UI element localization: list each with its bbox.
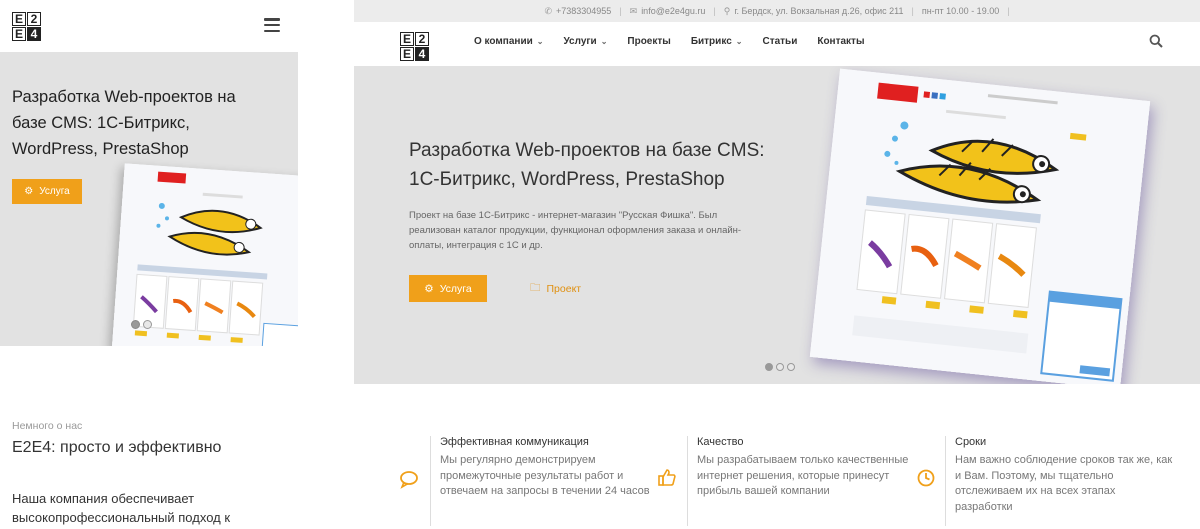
main-navigation: E 2 E 4 О компании ⌄ Услуги ⌄ Проекты Битр… xyxy=(354,22,1200,66)
hamburger-menu-icon[interactable] xyxy=(264,18,280,32)
chevron-down-icon: ⌄ xyxy=(735,37,743,46)
slider-dot[interactable] xyxy=(765,363,773,371)
about-title: E2E4: просто и эффективно xyxy=(12,439,222,456)
chevron-down-icon: ⌄ xyxy=(600,37,608,46)
nav-item-articles[interactable]: Статьи xyxy=(762,36,797,47)
mobile-header: E 2 E 4 xyxy=(0,0,298,52)
hours-info: пн-пт 10.00 - 19.00 xyxy=(921,6,1000,16)
mobile-hero-slide: Разработка Web-проектов на базе CMS: 1С-… xyxy=(0,52,298,346)
mobile-service-button[interactable]: ⚙ Услуга xyxy=(12,179,82,204)
nav-item-projects[interactable]: Проекты xyxy=(627,36,670,47)
phone-info[interactable]: ✆ +7383304955 xyxy=(544,6,611,17)
hero-title: Разработка Web-проектов на базе CMS: 1С-… xyxy=(409,140,765,190)
project-screenshot-image xyxy=(809,68,1151,384)
slider-dot[interactable] xyxy=(787,363,795,371)
location-pin-icon: ⚲ xyxy=(723,5,731,16)
slider-dot[interactable] xyxy=(143,320,152,329)
mobile-slider-dots xyxy=(131,320,152,329)
contact-topbar: ✆ +7383304955 | ✉ info@e2e4gu.ru | ⚲ г. Бер… xyxy=(354,0,1200,22)
phone-icon: ✆ xyxy=(544,5,552,16)
project-screenshot-image xyxy=(111,163,298,346)
email-info[interactable]: ✉ info@e2e4gu.ru xyxy=(630,6,706,17)
mobile-preview: E 2 E 4 Разработка Web-проектов на базе … xyxy=(0,0,298,346)
folder-icon: 🗀 xyxy=(530,281,541,294)
hero-slider: Разработка Web-проектов на базе CMS: 1С-… xyxy=(354,66,1200,384)
search-icon[interactable] xyxy=(1149,34,1163,48)
about-kicker: Немного о нас xyxy=(12,420,83,432)
address-info: ⚲ г. Бердск, ул. Вокзальная д.26, офис 21… xyxy=(723,5,904,17)
chevron-down-icon: ⌄ xyxy=(536,37,544,46)
mobile-hero-title: Разработка Web-проектов на базе CMS: 1С-… xyxy=(12,88,236,158)
gears-icon: ⚙ xyxy=(24,186,34,197)
thumbs-up-icon xyxy=(658,469,676,486)
feature-deadlines: Сроки Нам важно соблюдение сроков так же… xyxy=(945,436,1175,526)
slider-dot[interactable] xyxy=(131,320,140,329)
e2e4-logo[interactable]: E 2 E 4 xyxy=(400,32,429,61)
nav-item-about[interactable]: О компании ⌄ xyxy=(474,36,543,47)
feature-communication: Эффективная коммуникация Мы регулярно де… xyxy=(430,436,660,526)
nav-item-services[interactable]: Услуги ⌄ xyxy=(563,36,607,47)
nav-item-bitrix[interactable]: Битрикс ⌄ xyxy=(691,36,743,47)
project-button[interactable]: 🗀 Проект xyxy=(530,275,596,302)
slider-dot[interactable] xyxy=(776,363,784,371)
e2e4-logo[interactable]: E 2 E 4 xyxy=(12,12,41,41)
desktop-preview: ✆ +7383304955 | ✉ info@e2e4gu.ru | ⚲ г. Бер… xyxy=(354,0,1200,384)
envelope-icon: ✉ xyxy=(629,5,638,16)
clock-icon xyxy=(917,469,935,487)
nav-menu: О компании ⌄ Услуги ⌄ Проекты Битрикс ⌄ Ста… xyxy=(474,36,865,47)
hero-description: Проект на базе 1С-Битрикс - интернет-маг… xyxy=(409,210,742,251)
chat-bubble-icon xyxy=(400,471,418,489)
nav-item-contacts[interactable]: Контакты xyxy=(817,36,864,47)
feature-quality: Качество Мы разрабатываем только качеств… xyxy=(687,436,917,526)
about-text: Наша компания обеспечивает высокопрофесс… xyxy=(12,491,231,525)
service-button[interactable]: ⚙ Услуга xyxy=(409,275,487,302)
gears-icon: ⚙ xyxy=(424,282,434,295)
slider-dots xyxy=(765,363,795,371)
